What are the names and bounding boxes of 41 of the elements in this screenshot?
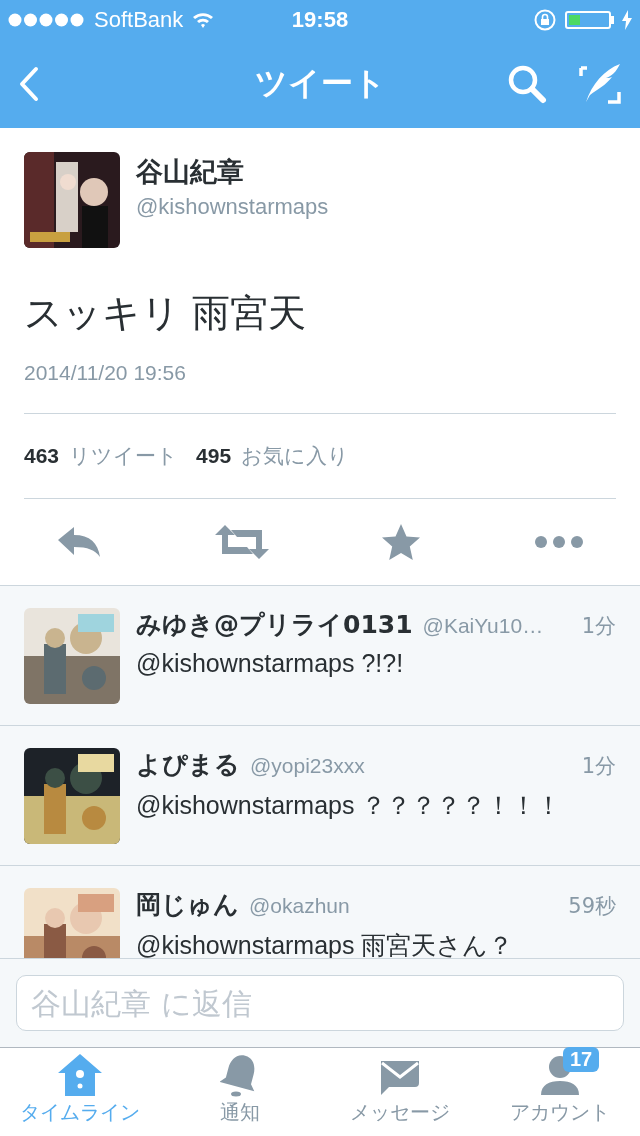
more-button[interactable]: [533, 535, 584, 549]
reply-author-handle: @yopi23xxx: [250, 754, 365, 778]
notification-badge: 17: [563, 1047, 600, 1072]
clock: 19:58: [291, 7, 349, 33]
screen-title: ツイート: [254, 63, 386, 104]
author-name: 谷山紀章: [136, 155, 245, 189]
reply-author-handle: @KaiYu10…: [422, 614, 544, 638]
carrier-name: SoftBank: [94, 7, 184, 33]
battery-icon: [565, 11, 614, 29]
tab-bar-item[interactable]: 通知: [160, 1048, 320, 1136]
tab-bar-item[interactable]: メッセージ: [320, 1048, 480, 1136]
tab-bar-item[interactable]: 17 アカウント: [480, 1048, 640, 1136]
favorite-label: お気に入り: [241, 443, 350, 470]
reply-author-name: よぴまる: [136, 749, 240, 781]
reply-text: @kishownstarmaps ？？？？？！！！: [136, 790, 563, 821]
favorite-count: 495: [196, 444, 232, 468]
wifi-icon: [191, 11, 216, 29]
charging-icon: [622, 10, 632, 30]
reply-field[interactable]: 谷山紀章 に返信: [16, 975, 624, 1031]
favorite-button[interactable]: [381, 523, 422, 561]
retweet-count: 463: [24, 444, 60, 468]
compose-button[interactable]: [578, 62, 622, 106]
retweet-label: リツイート: [69, 443, 179, 470]
reply-time: 59秒: [568, 893, 616, 920]
rotation-lock-icon: [533, 8, 557, 32]
retweet-button[interactable]: [214, 525, 269, 559]
reply-author-name: 岡じゅん: [136, 889, 239, 921]
reply-time: 1分: [581, 613, 616, 640]
reply-button[interactable]: [56, 525, 103, 559]
search-button[interactable]: [506, 63, 548, 105]
reply-text: @kishownstarmaps ?!?!: [136, 649, 405, 678]
tab-bar-item[interactable]: タイムライン: [0, 1048, 160, 1136]
reply-time: 1分: [581, 753, 616, 780]
home-icon: [56, 1053, 104, 1097]
reply-author-name: みゆき@プリライ0131: [136, 609, 413, 641]
author-handle: @kishownstarmaps: [136, 194, 329, 220]
back-button[interactable]: [18, 66, 40, 102]
tweet-date: 2014/11/20 19:56: [24, 361, 187, 385]
tweet-text: スッキリ 雨宮天: [24, 290, 308, 337]
signal-icon: [8, 13, 86, 27]
reply-author-handle: @okazhun: [249, 894, 350, 918]
